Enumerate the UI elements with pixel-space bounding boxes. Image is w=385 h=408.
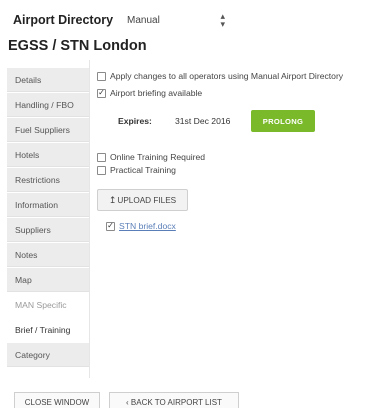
content-panel — [89, 60, 385, 378]
apply-all-checkbox-row[interactable]: Apply changes to all operators using Man… — [97, 71, 343, 81]
file-link[interactable]: STN brief.docx — [119, 221, 176, 231]
tab-list: Details Handling / FBO Fuel Suppliers Ho… — [7, 68, 89, 368]
tab-brief-training[interactable]: Brief / Training — [7, 318, 89, 342]
online-training-label: Online Training Required — [110, 152, 206, 162]
app-title: Airport Directory — [13, 13, 114, 27]
practical-training-checkbox-row[interactable]: Practical Training — [97, 165, 176, 175]
file-row: ✓ STN brief.docx — [106, 221, 176, 231]
expires-label: Expires: — [118, 116, 152, 126]
briefing-label: Airport briefing available — [110, 88, 203, 98]
mode-select-value: Manual — [127, 14, 160, 26]
tab-hotels[interactable]: Hotels — [7, 143, 89, 167]
tab-restrictions[interactable]: Restrictions — [7, 168, 89, 192]
expires-date: 31st Dec 2016 — [175, 116, 231, 126]
apply-all-label: Apply changes to all operators using Man… — [110, 71, 344, 81]
tab-suppliers[interactable]: Suppliers — [7, 218, 89, 242]
tab-handling-fbo[interactable]: Handling / FBO — [7, 93, 89, 117]
online-training-checkbox-row[interactable]: Online Training Required — [97, 152, 205, 162]
tab-map[interactable]: Map — [7, 268, 89, 292]
header: Airport Directory — [13, 11, 113, 29]
briefing-checkbox-row[interactable]: ✓ Airport briefing available — [97, 88, 202, 98]
upload-files-label: UPLOAD FILES — [117, 195, 177, 205]
tab-fuel-suppliers[interactable]: Fuel Suppliers — [7, 118, 89, 142]
briefing-checkbox[interactable]: ✓ — [97, 88, 106, 98]
airport-title: EGSS / STN London — [8, 38, 147, 54]
online-training-checkbox[interactable] — [97, 152, 106, 162]
practical-training-checkbox[interactable] — [97, 165, 106, 175]
mode-select[interactable]: Manual ▴ ▾ — [127, 11, 235, 29]
practical-training-label: Practical Training — [110, 165, 176, 175]
close-window-button[interactable]: CLOSE WINDOW — [14, 392, 100, 408]
tab-section-man-specific: MAN Specific — [7, 293, 89, 317]
tab-notes[interactable]: Notes — [7, 243, 89, 267]
upload-files-button[interactable]: ↥ UPLOAD FILES — [97, 189, 188, 211]
back-to-airport-list-button[interactable]: ‹ BACK TO AIRPORT LIST — [109, 392, 239, 408]
tab-information[interactable]: Information — [7, 193, 89, 217]
prolong-button[interactable]: PROLONG — [251, 110, 315, 132]
tab-details[interactable]: Details — [7, 68, 89, 92]
select-arrows-icon: ▴ ▾ — [220, 11, 225, 29]
file-checkbox[interactable]: ✓ — [106, 221, 115, 231]
apply-all-checkbox[interactable] — [97, 71, 106, 81]
airport-directory-page: Airport Directory Manual ▴ ▾ EGSS / STN L… — [0, 0, 385, 408]
tab-category[interactable]: Category — [7, 343, 89, 367]
upload-icon: ↥ — [108, 194, 117, 205]
